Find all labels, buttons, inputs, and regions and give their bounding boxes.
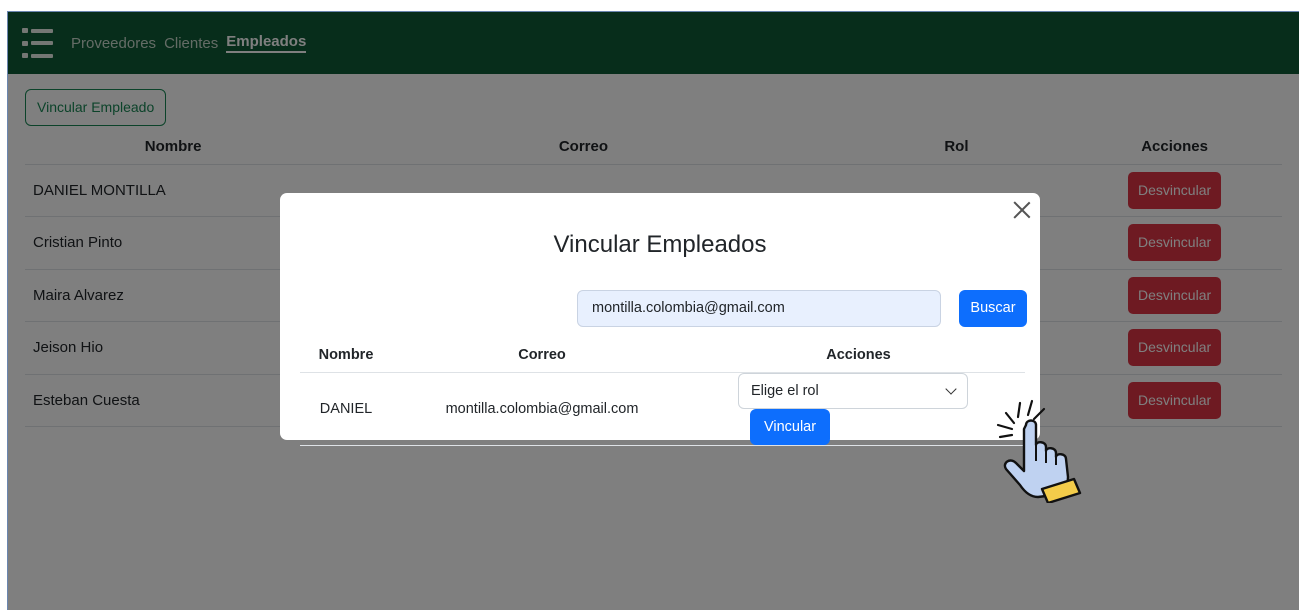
table-row: DANIEL montilla.colombia@gmail.com Elige… [300, 372, 1025, 446]
close-icon[interactable] [1013, 201, 1031, 219]
vincular-empleados-modal: Vincular Empleados montilla.colombia@gma… [280, 193, 1040, 446]
modal-title: Vincular Empleados [553, 231, 767, 258]
column-header-acciones: Acciones [692, 339, 1025, 373]
vincular-button[interactable]: Vincular [750, 408, 830, 445]
result-name: DANIEL [300, 372, 392, 446]
results-header-row: Nombre Correo Acciones [300, 339, 1025, 373]
buscar-button[interactable]: Buscar [959, 290, 1027, 327]
search-results-table: Nombre Correo Acciones DANIEL montilla.c… [300, 339, 1025, 446]
email-search-input[interactable]: montilla.colombia@gmail.com [577, 290, 941, 327]
app-window: Proveedores Clientes Empleados Vincular … [7, 11, 1299, 610]
role-select[interactable]: Elige el rol [738, 372, 968, 409]
result-email: montilla.colombia@gmail.com [392, 372, 692, 446]
column-header-nombre: Nombre [300, 339, 392, 373]
chevron-down-icon [945, 382, 957, 395]
column-header-correo: Correo [392, 339, 692, 373]
pointer-hand-icon [996, 399, 1082, 503]
role-select-value: Elige el rol [751, 382, 819, 399]
